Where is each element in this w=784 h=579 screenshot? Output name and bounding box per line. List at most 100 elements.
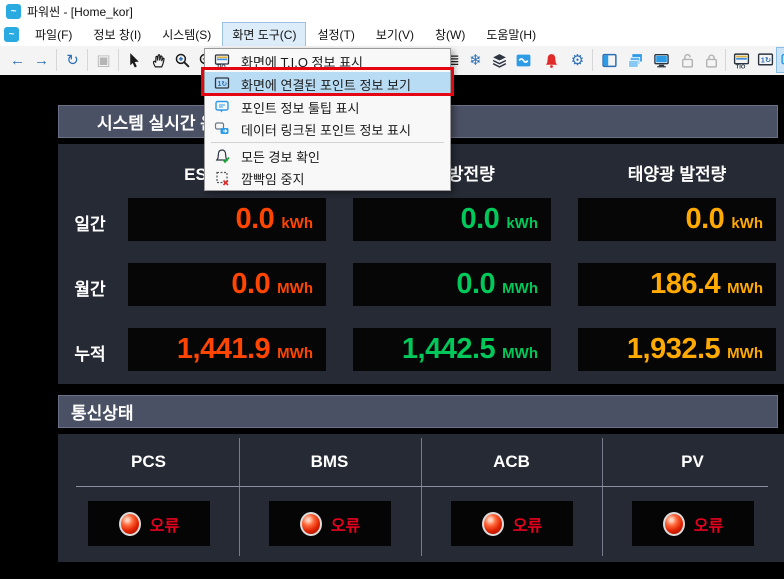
value: 1,442.5 <box>402 333 495 366</box>
tio-monitor-icon: TIO <box>213 53 231 69</box>
unit: MWh <box>502 272 538 297</box>
back-icon[interactable]: ← <box>6 48 29 72</box>
unit: MWh <box>727 272 763 297</box>
tooltip-icon <box>213 99 231 115</box>
status-text: 오류 <box>513 512 542 536</box>
value: 0.0 <box>686 203 725 236</box>
value-box-monthly-pv: 186.4 MWh <box>578 263 776 306</box>
section-header-comm-status: 통신상태 <box>58 395 778 428</box>
lock-closed-icon[interactable] <box>700 48 723 72</box>
value: 0.0 <box>461 203 500 236</box>
hand-icon[interactable] <box>147 48 170 72</box>
value-box-daily-charge: 0.0 kWh <box>128 198 326 241</box>
blink-stop-icon <box>213 170 231 186</box>
menu-item-point-tooltip[interactable]: 포인트 정보 툴팁 표시 <box>205 96 450 118</box>
value: 1,932.5 <box>627 333 720 366</box>
save-icon[interactable]: ▣ <box>92 48 115 72</box>
status-text: 오류 <box>331 512 360 536</box>
document-logo-icon: ~ <box>4 27 19 42</box>
settings-gear-icon[interactable]: ⚙ <box>566 48 589 72</box>
menu-window[interactable]: 창(W) <box>426 23 474 46</box>
menu-item-label: 모든 경보 확인 <box>241 147 320 166</box>
forward-icon[interactable]: → <box>30 48 53 72</box>
cascade-windows-icon[interactable] <box>624 48 647 72</box>
refresh-icon[interactable]: ↻ <box>61 48 84 72</box>
ack-alarm-icon <box>213 148 231 164</box>
menu-item-stop-blinking[interactable]: 깜빡임 중지 <box>205 167 450 189</box>
window-title: 파워씬 - [Home_kor] <box>27 3 133 20</box>
column-divider <box>421 438 422 556</box>
menu-settings[interactable]: 설정(T) <box>308 23 363 46</box>
menu-item-ack-all-alarms[interactable]: 모든 경보 확인 <box>205 145 450 167</box>
menu-item-label: 데이터 링크된 포인트 정보 표시 <box>241 120 411 139</box>
pointer-icon[interactable] <box>123 48 146 72</box>
svg-text:1↻: 1↻ <box>218 81 228 88</box>
section-title: 통신상태 <box>59 399 134 424</box>
status-box-pcs: 오류 <box>88 501 210 546</box>
unit: MWh <box>502 337 538 362</box>
menu-help[interactable]: 도움말(H) <box>477 23 545 46</box>
menu-separator <box>211 142 444 143</box>
value: 0.0 <box>236 203 275 236</box>
svg-text:TIO: TIO <box>217 65 227 70</box>
value: 0.0 <box>231 268 270 301</box>
error-led-icon <box>663 512 685 536</box>
menu-info-window[interactable]: 정보 창(I) <box>84 23 150 46</box>
value: 1,441.9 <box>177 333 270 366</box>
status-text: 오류 <box>150 512 179 536</box>
layers-icon[interactable] <box>488 48 511 72</box>
app-logo-icon: ~ <box>6 4 21 19</box>
column-header-pv-generation: 태양광 발전량 <box>578 160 776 185</box>
monitor-icon[interactable] <box>650 48 673 72</box>
freeze-icon[interactable]: ❄ <box>464 48 487 72</box>
menu-screen-tools[interactable]: 화면 도구(C) <box>223 23 305 46</box>
device-name-acb: ACB <box>421 452 602 472</box>
value: 0.0 <box>456 268 495 301</box>
status-box-bms: 오류 <box>269 501 391 546</box>
unit: kWh <box>506 207 538 232</box>
title-bar: ~ 파워씬 - [Home_kor] <box>0 0 784 22</box>
app-window: ~ 파워씬 - [Home_kor] ~ 파일(F) 정보 창(I) 시스템(S… <box>0 0 784 579</box>
toolbar-separator <box>87 49 88 71</box>
device-name-pv: PV <box>602 452 783 472</box>
menu-item-label: 깜빡임 중지 <box>241 169 304 188</box>
row-label-daily: 일간 <box>55 210 125 235</box>
menu-item-linked-point-info[interactable]: 1↻ 화면에 연결된 포인트 정보 보기 <box>205 72 450 96</box>
error-led-icon <box>482 512 504 536</box>
menu-item-label: 화면에 T.I.O 정보 표시 <box>241 52 363 71</box>
unit: MWh <box>277 272 313 297</box>
lock-open-icon[interactable] <box>676 48 699 72</box>
column-divider <box>239 438 240 556</box>
menu-bar: ~ 파일(F) 정보 창(I) 시스템(S) 화면 도구(C) 설정(T) 보기… <box>0 22 784 46</box>
header-divider-line <box>76 486 768 487</box>
toolbar-separator <box>56 49 57 71</box>
value-box-cumulative-charge: 1,441.9 MWh <box>128 328 326 371</box>
linked-point-icon: 1↻ <box>213 76 231 92</box>
device-name-bms: BMS <box>239 452 420 472</box>
value-box-monthly-charge: 0.0 MWh <box>128 263 326 306</box>
row-label-cumulative: 누적 <box>55 340 125 365</box>
menu-item-tio-info[interactable]: TIO 화면에 T.I.O 정보 표시 <box>205 50 450 72</box>
screen-tools-menu: TIO 화면에 T.I.O 정보 표시 1↻ 화면에 연결된 포인트 정보 보기… <box>204 48 451 191</box>
unit: kWh <box>731 207 763 232</box>
svg-text:1↻: 1↻ <box>761 55 771 64</box>
value-box-cumulative-discharge: 1,442.5 MWh <box>353 328 551 371</box>
side-panel-icon[interactable] <box>598 48 621 72</box>
alarm-bell-icon[interactable] <box>540 48 563 72</box>
data-link-icon <box>213 121 231 137</box>
linked-point-info-icon[interactable]: 1↻ <box>754 48 777 72</box>
zoom-in-icon[interactable] <box>171 48 194 72</box>
status-text: 오류 <box>694 512 723 536</box>
menu-view[interactable]: 보기(V) <box>367 23 423 46</box>
tio-info-icon[interactable]: TIO <box>730 48 753 72</box>
menu-file[interactable]: 파일(F) <box>26 23 81 46</box>
value-box-daily-pv: 0.0 kWh <box>578 198 776 241</box>
svg-text:TIO: TIO <box>736 64 746 69</box>
menu-system[interactable]: 시스템(S) <box>153 23 220 46</box>
value: 186.4 <box>650 268 720 301</box>
point-tooltip-icon[interactable] <box>777 48 784 72</box>
screen-image-icon[interactable] <box>512 48 535 72</box>
menu-item-data-link-info[interactable]: 데이터 링크된 포인트 정보 표시 <box>205 118 450 140</box>
error-led-icon <box>300 512 322 536</box>
unit: MWh <box>277 337 313 362</box>
